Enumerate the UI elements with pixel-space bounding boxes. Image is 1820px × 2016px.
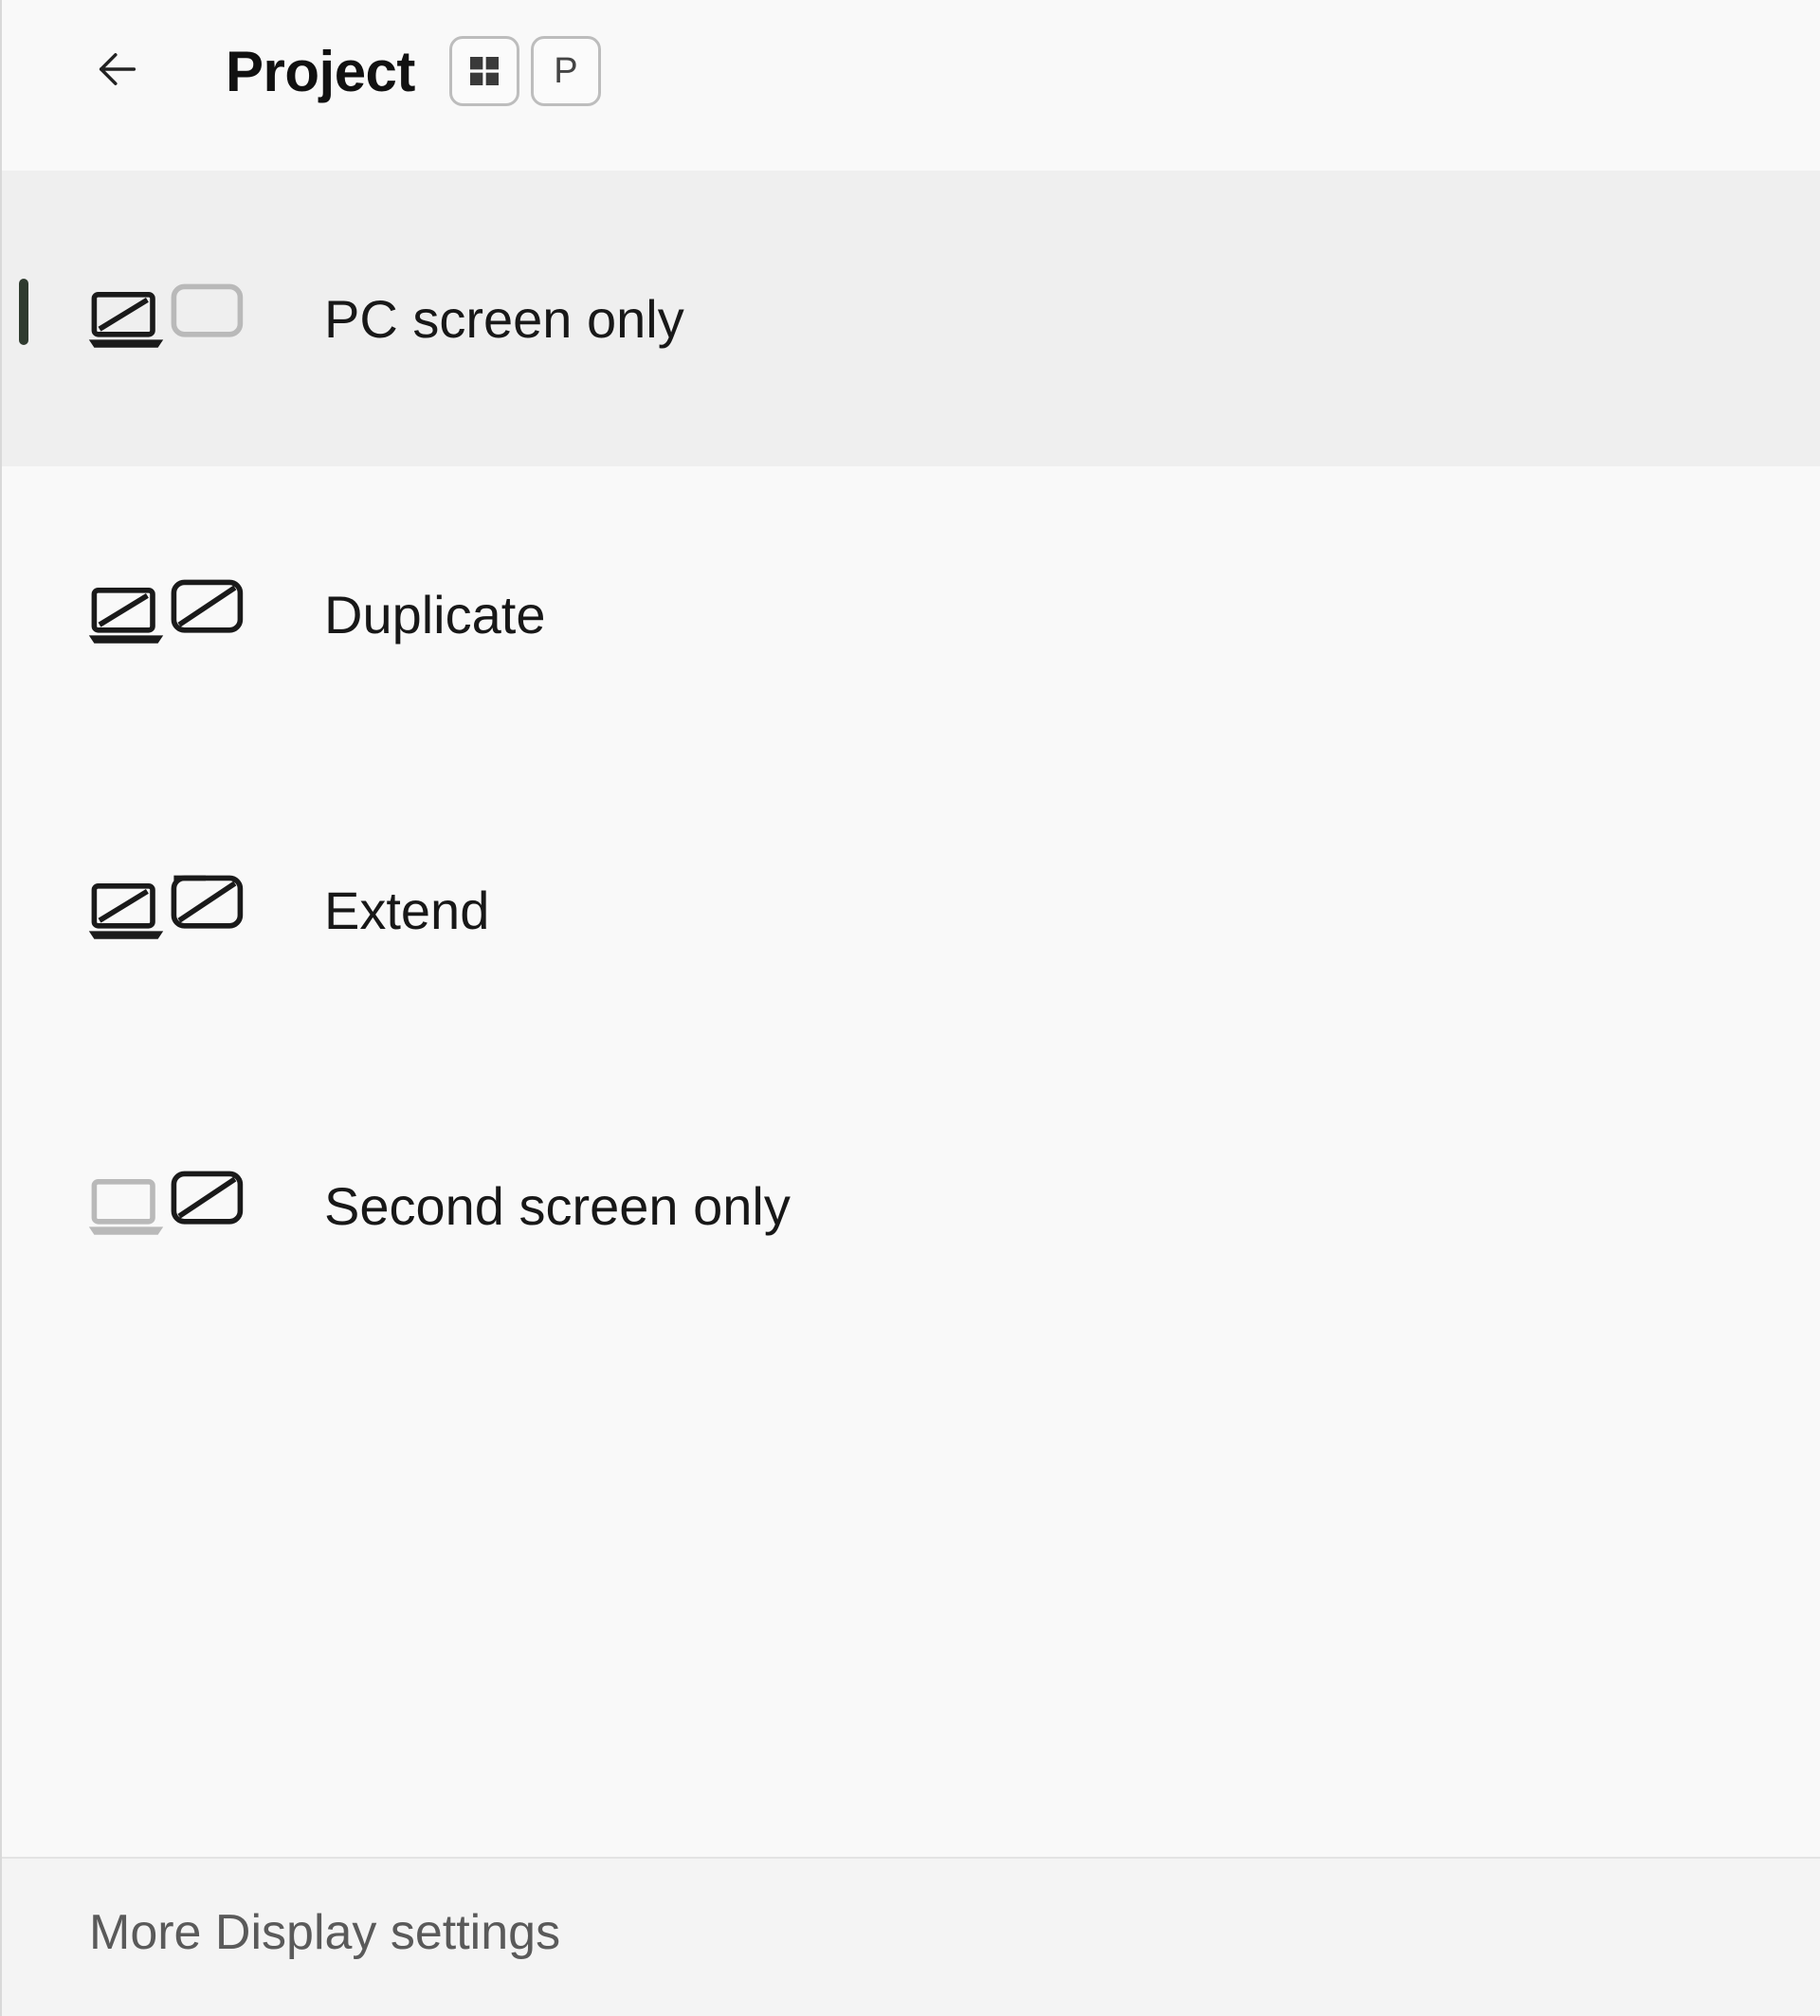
shortcut-hint: P bbox=[449, 36, 601, 106]
option-label: Extend bbox=[324, 880, 489, 941]
option-extend[interactable]: Extend bbox=[2, 762, 1820, 1058]
option-label: Second screen only bbox=[324, 1175, 791, 1237]
flyout-header: Project P bbox=[2, 0, 1820, 171]
extend-icon bbox=[85, 870, 256, 950]
option-pc-screen-only[interactable]: PC screen only bbox=[2, 171, 1820, 466]
project-options: PC screen only Duplicate bbox=[2, 171, 1820, 1857]
windows-key-icon bbox=[449, 36, 519, 106]
option-label: PC screen only bbox=[324, 288, 684, 350]
project-flyout: Project P bbox=[0, 0, 1820, 2016]
option-label: Duplicate bbox=[324, 584, 545, 645]
flyout-footer: More Display settings bbox=[2, 1857, 1820, 2016]
back-arrow-icon bbox=[93, 45, 142, 99]
option-second-screen-only[interactable]: Second screen only bbox=[2, 1058, 1820, 1353]
pc-screen-only-icon bbox=[85, 279, 256, 358]
more-display-settings-link[interactable]: More Display settings bbox=[89, 1905, 560, 1960]
second-screen-only-icon bbox=[85, 1166, 256, 1245]
flyout-title: Project bbox=[226, 39, 415, 104]
back-button[interactable] bbox=[87, 41, 148, 101]
shortcut-key: P bbox=[531, 36, 601, 106]
duplicate-icon bbox=[85, 574, 256, 654]
option-duplicate[interactable]: Duplicate bbox=[2, 466, 1820, 762]
